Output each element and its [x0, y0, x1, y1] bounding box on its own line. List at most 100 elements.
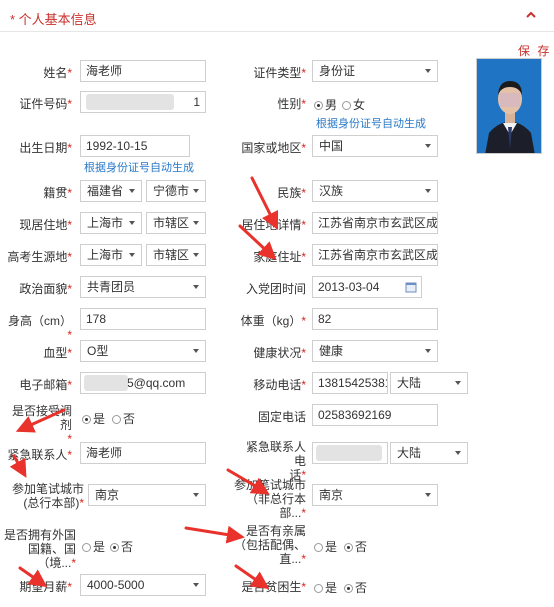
birth-input[interactable]: 1992-10-15 [80, 135, 190, 157]
exam-city-hq-select[interactable]: 南京 [88, 484, 206, 506]
redaction-blur [316, 445, 382, 461]
phone-label-text: 固定电话 [257, 410, 306, 424]
politics-label-text: 政治面貌 [19, 282, 68, 296]
origin-label: 高考生源地* [7, 250, 72, 264]
league-date-input[interactable]: 2013-03-04 [312, 276, 422, 298]
ethnic-value: 汉族 [319, 184, 344, 198]
id-type-select[interactable]: 身份证 [312, 60, 438, 82]
poverty-yes-label: 是 [325, 581, 338, 595]
native-province-select[interactable]: 福建省 [80, 180, 142, 202]
current-province-select[interactable]: 上海市 [80, 212, 142, 234]
height-input[interactable]: 178 [80, 308, 206, 330]
origin-district-select[interactable]: 市辖区 [146, 244, 206, 266]
current-addr-label: 现居住地* [19, 218, 72, 232]
dropdown-arrow-icon [425, 69, 431, 73]
dropdown-arrow-icon [425, 493, 431, 497]
gender-label: 性别* [277, 97, 306, 111]
weight-input[interactable]: 82 [312, 308, 438, 330]
relative-yes-radio[interactable]: 是 [314, 538, 337, 555]
relative-label: 是否有亲属 （包括配偶、 直...* [233, 524, 306, 566]
exam-city-branch-label-line1: 参加笔试城市 [233, 478, 306, 492]
profile-photo[interactable] [476, 58, 542, 154]
origin-province-select[interactable]: 上海市 [80, 244, 142, 266]
relative-no-radio[interactable]: 否 [344, 538, 367, 555]
arrow-mark [250, 176, 279, 231]
exam-city-hq-label: 参加笔试城市 (总行本部)* [11, 482, 84, 510]
mobile-label-text: 移动电话 [253, 378, 302, 392]
gender-hint: 根据身份证号自动生成 [316, 118, 426, 130]
radio-checked-icon [314, 101, 323, 110]
addr-detail-label: 居住地详情* [241, 218, 306, 232]
radio-unchecked-icon [314, 584, 323, 593]
country-label: 国家或地区* [241, 141, 306, 155]
phone-input[interactable]: 02583692169 [312, 404, 438, 426]
salary-label: 期望月薪* [19, 580, 72, 594]
relative-yes-label: 是 [325, 540, 338, 554]
person-photo-image [477, 59, 541, 153]
exam-city-branch-label: 参加笔试城市 （非总行本 部...* [233, 478, 306, 520]
emergency-name-input[interactable]: 海老师 [80, 442, 206, 464]
country-select[interactable]: 中国 [312, 135, 438, 157]
emergency-name-label-text: 紧急联系人 [7, 448, 68, 462]
foreign-yes-radio[interactable]: 是 [82, 538, 105, 555]
addr-detail-input[interactable]: 江苏省南京市玄武区成贤街6 [312, 212, 438, 234]
relative-label-line2: （包括配偶、 [233, 538, 306, 552]
dropdown-arrow-icon [455, 451, 461, 455]
foreign-no-label: 否 [121, 540, 134, 554]
blood-select[interactable]: O型 [80, 340, 206, 362]
ethnic-select[interactable]: 汉族 [312, 180, 438, 202]
id-no-value: 1 [193, 95, 200, 109]
adjust-no-radio[interactable]: 否 [112, 410, 135, 427]
id-no-label-text: 证件号码 [19, 97, 68, 111]
poverty-no-radio[interactable]: 否 [344, 579, 367, 596]
foreign-label-line2: 国籍、国 [27, 542, 76, 556]
origin-district-value: 市辖区 [153, 248, 190, 262]
mobile-input[interactable]: 13815425381 [312, 372, 388, 394]
email-value: 5@qq.com [127, 376, 186, 390]
exam-city-branch-value: 南京 [319, 488, 344, 502]
redaction-blur [86, 94, 174, 110]
gender-female-radio[interactable]: 女 [342, 96, 365, 113]
dropdown-arrow-icon [193, 221, 199, 225]
poverty-no-label: 否 [355, 581, 368, 595]
foreign-label-line3: （境... [37, 556, 72, 570]
current-district-value: 市辖区 [153, 216, 190, 230]
name-input[interactable]: 海老师 [80, 60, 206, 82]
save-button[interactable]: 保 存 [518, 42, 551, 59]
origin-province-value: 上海市 [87, 248, 124, 262]
adjust-yes-radio[interactable]: 是 [82, 410, 105, 427]
adjust-no-label: 否 [123, 412, 136, 426]
native-city-select[interactable]: 宁德市 [146, 180, 206, 202]
dropdown-arrow-icon [193, 583, 199, 587]
relative-label-line3: 直... [279, 552, 302, 566]
current-district-select[interactable]: 市辖区 [146, 212, 206, 234]
home-addr-input[interactable]: 江苏省南京市玄武区成贤街6 [312, 244, 438, 266]
emergency-region-select[interactable]: 大陆 [390, 442, 468, 464]
height-label: 身高（cm）* [8, 314, 72, 342]
foreign-no-radio[interactable]: 否 [110, 538, 133, 555]
dropdown-arrow-icon [425, 349, 431, 353]
blood-label: 血型* [43, 346, 72, 360]
id-type-label: 证件类型* [253, 66, 306, 80]
home-addr-label-text: 家庭住址 [253, 250, 302, 264]
politics-value: 共青团员 [87, 280, 136, 294]
native-label-text: 籍贯 [43, 186, 68, 200]
calendar-icon[interactable] [405, 281, 417, 293]
foreign-label: 是否拥有外国 国籍、国 （境...* [4, 528, 77, 570]
foreign-label-line1: 是否拥有外国 [4, 528, 77, 542]
salary-select[interactable]: 4000-5000 [80, 574, 206, 596]
birth-hint: 根据身份证号自动生成 [84, 162, 194, 174]
chevron-up-icon[interactable] [524, 8, 538, 22]
exam-city-branch-select[interactable]: 南京 [312, 484, 438, 506]
health-select[interactable]: 健康 [312, 340, 438, 362]
dropdown-arrow-icon [193, 493, 199, 497]
poverty-label: 是否贫困生* [241, 580, 306, 594]
politics-select[interactable]: 共青团员 [80, 276, 206, 298]
section-header[interactable]: * 个人基本信息 [0, 0, 554, 32]
radio-checked-icon [82, 415, 91, 424]
mobile-region-select[interactable]: 大陆 [390, 372, 468, 394]
poverty-yes-radio[interactable]: 是 [314, 579, 337, 596]
redaction-blur [84, 375, 128, 391]
gender-male-radio[interactable]: 男 [314, 96, 337, 113]
blood-label-text: 血型 [43, 346, 68, 360]
